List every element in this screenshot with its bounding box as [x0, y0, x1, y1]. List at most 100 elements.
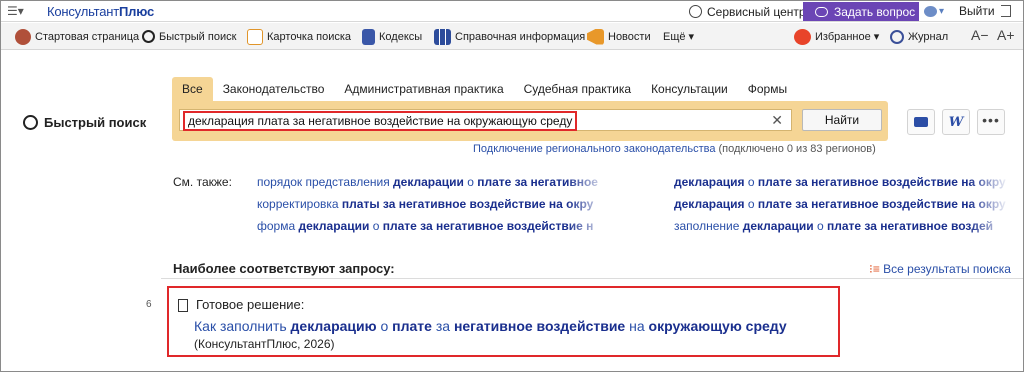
word-export-button[interactable]: W	[942, 109, 970, 135]
see-also-link[interactable]: порядок представления декларации о плате…	[257, 175, 609, 189]
chevron-down-icon: ▾	[939, 5, 945, 17]
highlighted-term: декларация	[674, 197, 745, 211]
tab-forms[interactable]: Формы	[738, 77, 797, 101]
highlighted-term: плате за негативное	[477, 175, 598, 189]
zoom-out-button[interactable]: A−	[971, 27, 989, 43]
printer-icon	[914, 117, 928, 127]
regional-link[interactable]: Подключение регионального законодательст…	[473, 143, 715, 155]
more-button[interactable]: Ещё ▾	[663, 28, 694, 45]
search-card-icon	[247, 28, 263, 45]
chat-icon	[815, 6, 828, 17]
star-icon	[794, 28, 811, 45]
codes-button[interactable]: Кодексы	[362, 28, 422, 45]
link-text: о	[813, 219, 827, 233]
result-source: (КонсультантПлюс, 2026)	[194, 337, 335, 351]
highlighted-term: плате за негативное воздействие н	[382, 219, 594, 233]
see-also-link[interactable]: заполнение декларации о плате за негатив…	[674, 219, 1009, 233]
search-panel: декларация плата за негативное воздейств…	[172, 101, 888, 141]
quick-search-button[interactable]: Быстрый поиск	[142, 28, 236, 45]
highlighted-term: декларации	[393, 175, 464, 189]
search-icon	[142, 30, 155, 43]
see-also-link[interactable]: форма декларации о плате за негативное в…	[257, 219, 609, 233]
print-button[interactable]	[907, 109, 935, 135]
tab-legislation[interactable]: Законодательство	[213, 77, 335, 101]
ask-question-button[interactable]: Задать вопрос	[803, 2, 919, 21]
highlighted-term: плате	[392, 318, 432, 334]
more-actions-button[interactable]: •••	[977, 109, 1005, 135]
megaphone-icon	[587, 28, 604, 45]
search-input[interactable]: декларация плата за негативное воздейств…	[179, 109, 792, 131]
top-bar: ☰▾ КонсультантПлюс Сервисный центр Задат…	[1, 1, 1023, 22]
start-page-button[interactable]: Стартовая страница	[15, 28, 139, 45]
see-also-link[interactable]: декларация о плате за негативное воздейс…	[674, 175, 1009, 189]
news-label: Новости	[608, 30, 651, 43]
favorites-button[interactable]: Избранное ▾	[794, 28, 879, 45]
result-number: 6	[146, 299, 152, 310]
logo[interactable]: КонсультантПлюс	[47, 4, 154, 19]
clear-icon[interactable]: ✕	[771, 112, 783, 129]
news-button[interactable]: Новости	[587, 28, 651, 45]
divider	[161, 278, 1023, 279]
all-results-link[interactable]: ⁝≡ Все результаты поиска	[869, 262, 1011, 276]
page-title: Быстрый поиск	[23, 115, 146, 130]
link-text: форма	[257, 219, 299, 233]
service-center-link[interactable]: Сервисный центр	[689, 3, 806, 20]
highlighted-term: негативное воздействие	[453, 318, 626, 334]
link-text: заполнение	[674, 219, 743, 233]
book-icon	[362, 28, 375, 45]
logout-label: Выйти	[959, 4, 995, 18]
avatar-icon	[924, 5, 937, 17]
search-card-label: Карточка поиска	[267, 30, 352, 43]
tab-consultations[interactable]: Консультации	[641, 77, 738, 101]
result-title-link[interactable]: Как заполнить декларацию о плате за нега…	[194, 318, 787, 334]
ask-question-label: Задать вопрос	[834, 4, 916, 19]
link-text: о	[744, 197, 758, 211]
search-query: декларация плата за негативное воздейств…	[183, 111, 578, 131]
results-heading: Наиболее соответствуют запросу:	[173, 261, 395, 276]
result-item[interactable]: Готовое решение: Как заполнить деклараци…	[167, 286, 840, 357]
link-text: Как заполнить	[194, 318, 291, 334]
highlighted-term: плате за негативное воздей	[826, 219, 994, 233]
reference-button[interactable]: Справочная информация	[434, 28, 585, 45]
journal-label: Журнал	[908, 30, 949, 43]
document-icon	[178, 299, 188, 312]
logo-tail: Плюс	[119, 4, 154, 19]
zoom-in-button[interactable]: A+	[997, 27, 1015, 43]
link-text: за	[431, 318, 454, 334]
logout-button[interactable]: Выйти	[959, 4, 1011, 18]
highlighted-term: декларация	[674, 175, 745, 189]
favorites-label: Избранное ▾	[815, 31, 880, 43]
see-also-label: См. также:	[173, 175, 232, 189]
tab-all[interactable]: Все	[172, 77, 213, 101]
link-text: о	[463, 175, 478, 189]
service-center-label: Сервисный центр	[707, 4, 806, 19]
journal-button[interactable]: Журнал	[890, 28, 948, 45]
highlighted-term: плате за негативное воздействие на окру	[757, 197, 1006, 211]
word-icon: W	[948, 114, 964, 130]
see-also-link[interactable]: корректировка платы за негативное воздей…	[257, 197, 609, 211]
more-dots-icon: •••	[982, 112, 1000, 128]
codes-label: Кодексы	[379, 30, 423, 43]
more-label: Ещё ▾	[663, 31, 695, 43]
start-page-label: Стартовая страница	[35, 30, 140, 43]
search-card-button[interactable]: Карточка поиска	[247, 28, 351, 45]
regional-status: (подключено 0 из 83 регионов)	[715, 143, 876, 155]
highlighted-term: окружающую среду	[648, 318, 787, 334]
highlighted-term: платы за негативное воздействие на окру	[341, 197, 594, 211]
user-menu[interactable]: ▾	[924, 4, 952, 18]
all-results-label: Все результаты поиска	[883, 262, 1011, 276]
search-icon	[23, 115, 38, 130]
search-tabs: Все Законодательство Административная пр…	[172, 77, 797, 101]
tab-court-practice[interactable]: Судебная практика	[514, 77, 641, 101]
highlighted-term: декларацию	[290, 318, 377, 334]
link-text: о	[376, 318, 393, 334]
menu-icon[interactable]: ☰▾	[7, 4, 24, 18]
tab-admin-practice[interactable]: Административная практика	[334, 77, 513, 101]
see-also-link[interactable]: декларация о плате за негативное воздейс…	[674, 197, 1009, 211]
list-icon: ⁝≡	[869, 262, 880, 276]
find-button[interactable]: Найти	[802, 109, 882, 131]
app-window: ☰▾ КонсультантПлюс Сервисный центр Задат…	[0, 0, 1024, 372]
link-text: порядок представления	[257, 175, 394, 189]
highlighted-term: плате за негативное воздействие на окру	[757, 175, 1006, 189]
home-icon	[15, 28, 31, 45]
